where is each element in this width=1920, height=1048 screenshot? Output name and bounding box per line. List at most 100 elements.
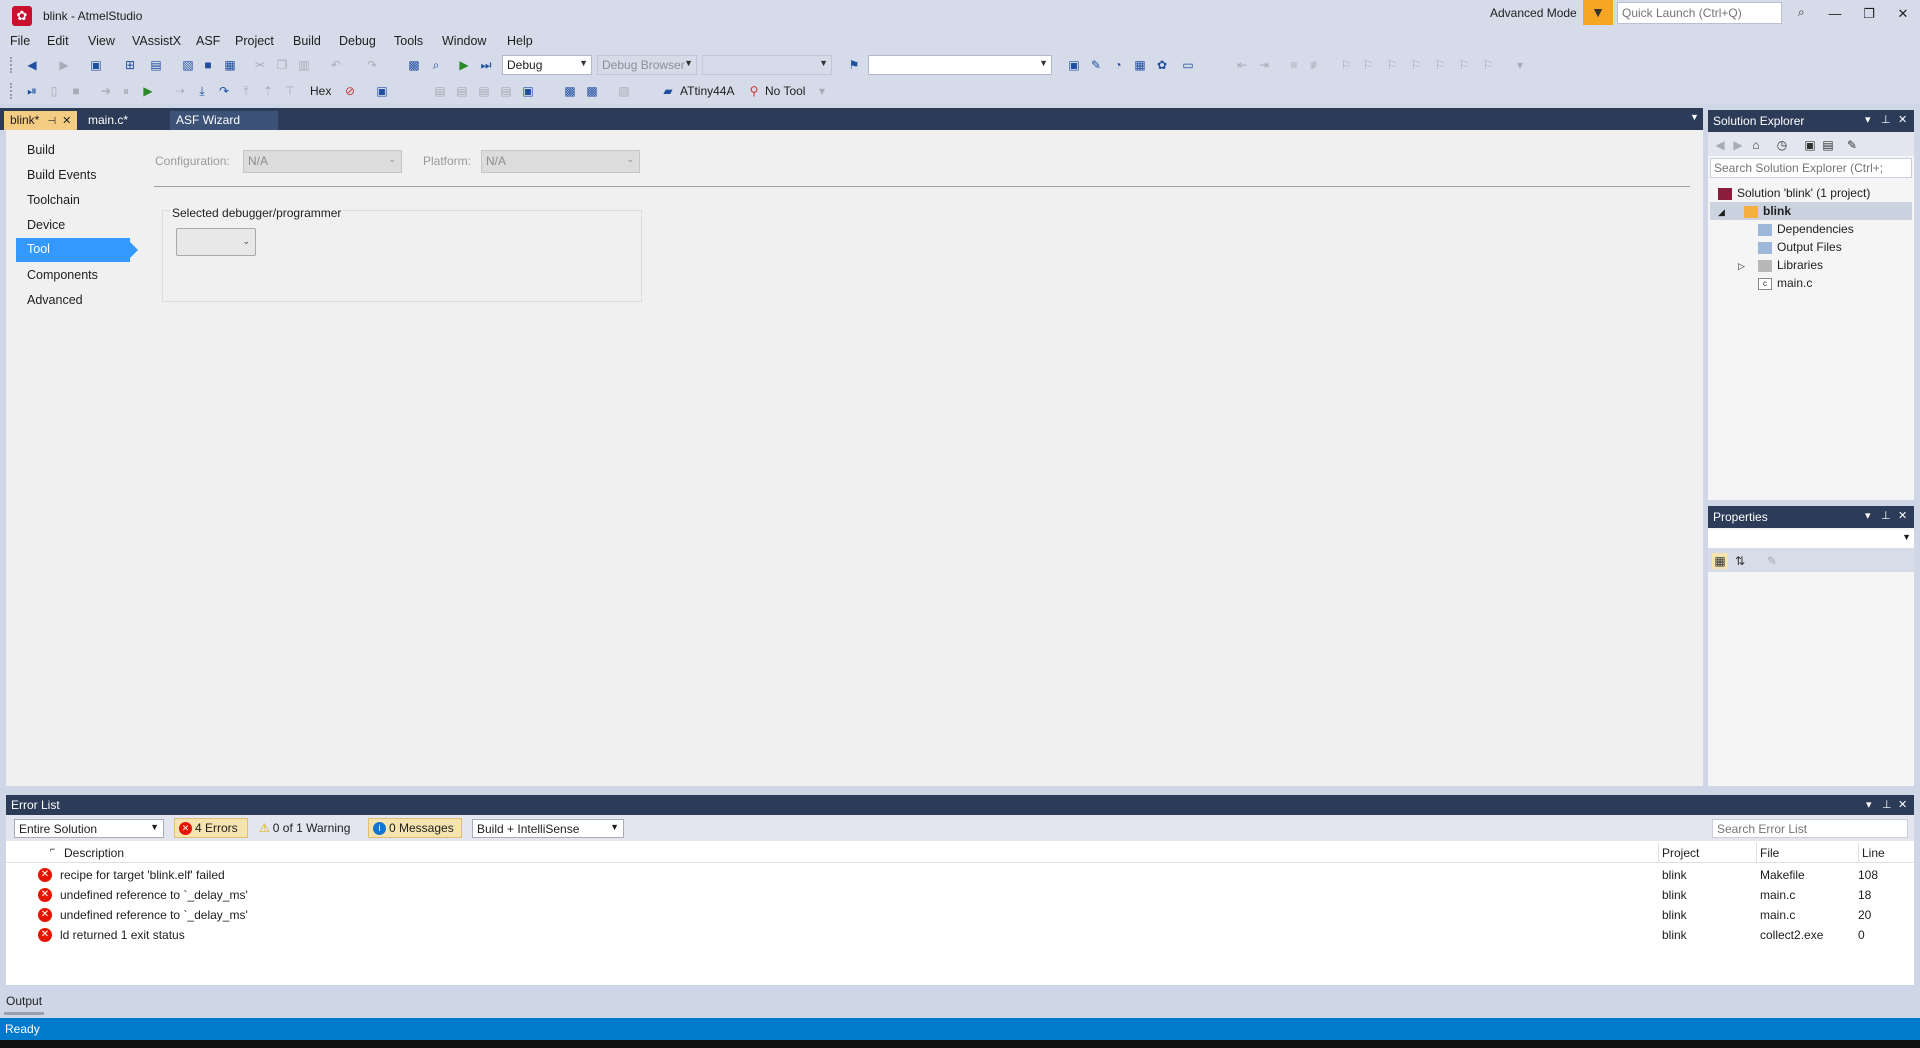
platform-combo[interactable]: ▼	[702, 55, 832, 75]
prev-bookmark-icon[interactable]: ⚐	[1360, 57, 1376, 73]
stop-icon[interactable]: ■	[68, 83, 84, 99]
start-without-debug-icon[interactable]: ⏭	[478, 57, 494, 73]
device-icon[interactable]: ▰	[660, 83, 676, 99]
pin-icon[interactable]: ⊥	[1881, 509, 1891, 522]
errors-filter-button[interactable]: ✕ 4 Errors	[174, 818, 248, 838]
tree-item-libraries[interactable]: ▷ Libraries	[1738, 256, 1823, 274]
tree-item-solution[interactable]: Solution 'blink' (1 project)	[1718, 184, 1870, 202]
toolbar-overflow-icon[interactable]: ▾	[1512, 57, 1528, 73]
save-all-icon[interactable]: ▦	[222, 57, 238, 73]
chevron-down-icon[interactable]: ▾	[1865, 113, 1871, 126]
debugger-select[interactable]: ⌄	[176, 228, 256, 256]
menu-window[interactable]: Window	[442, 34, 486, 48]
step-out-icon[interactable]: ⤒	[238, 83, 254, 99]
nav-tool[interactable]: Tool	[16, 238, 138, 262]
chevron-down-icon[interactable]: ▾	[1866, 798, 1872, 811]
menu-tools[interactable]: Tools	[394, 34, 423, 48]
tree-item-main-c[interactable]: c main.c	[1758, 274, 1812, 292]
filter-icon[interactable]: ▼	[1583, 0, 1613, 25]
error-row[interactable]: ✕ undefined reference to `_delay_ms' bli…	[6, 905, 1914, 925]
undo-icon[interactable]: ↶	[328, 57, 344, 73]
window-layout-icon[interactable]: ▭	[1180, 57, 1196, 73]
home-icon[interactable]: ⌂	[1748, 137, 1764, 153]
nav-toolchain[interactable]: Toolchain	[16, 189, 136, 213]
close-icon[interactable]: ✕	[1898, 113, 1907, 126]
collapsed-arrow-icon[interactable]: ▷	[1738, 257, 1758, 275]
show-all-files-icon[interactable]: ▤	[1820, 137, 1836, 153]
column-divider[interactable]	[1756, 843, 1757, 863]
tool-label[interactable]: No Tool	[765, 84, 805, 98]
device-label[interactable]: ATtiny44A	[680, 84, 734, 98]
solution-search-input[interactable]	[1710, 158, 1912, 178]
disable-breakpoints-icon[interactable]: ⊘	[342, 83, 358, 99]
pause-icon[interactable]: ⏸	[118, 83, 134, 99]
search-icon[interactable]: ⌕	[1798, 5, 1805, 20]
uncomment-icon[interactable]: ≢	[1308, 57, 1324, 73]
categorized-icon[interactable]: ▦	[1712, 553, 1728, 569]
forward-icon[interactable]: ▶	[56, 57, 72, 73]
continue-icon[interactable]: ▶	[140, 83, 156, 99]
tree-item-project[interactable]: ◢ blink	[1710, 202, 1912, 220]
build-filter-combo[interactable]: Build + IntelliSense ▼	[472, 819, 624, 838]
new-project-icon[interactable]: ▣	[88, 57, 104, 73]
error-row[interactable]: ✕ undefined reference to `_delay_ms' bli…	[6, 885, 1914, 905]
pin-icon[interactable]: ⊥	[1882, 798, 1892, 811]
config-combo[interactable]: Debug ▼	[502, 55, 592, 75]
close-icon[interactable]: ✕	[62, 115, 71, 127]
tab-asf-wizard[interactable]: ASF Wizard	[170, 111, 278, 130]
clear-all-bookmarks-icon[interactable]: ⚐	[1480, 57, 1496, 73]
sort-icon[interactable]: ⌐	[50, 844, 55, 854]
next-bookmark-icon[interactable]: ⚐	[1384, 57, 1400, 73]
run-to-cursor-icon[interactable]: ⇡	[260, 83, 276, 99]
warnings-filter-button[interactable]: ⚠ 0 of 1 Warning	[254, 818, 362, 838]
properties-object-combo[interactable]: ▼	[1708, 530, 1914, 548]
expanded-arrow-icon[interactable]: ◢	[1710, 203, 1730, 221]
start-debug-break-icon[interactable]: ⏯	[24, 83, 40, 99]
column-project[interactable]: Project	[1662, 846, 1699, 860]
device-chip-icon[interactable]: ▩	[562, 83, 578, 99]
find-icon[interactable]: ⌕	[428, 57, 444, 73]
nav-components[interactable]: Components	[16, 264, 136, 288]
cut-icon[interactable]: ✂	[252, 57, 268, 73]
open-folder-icon[interactable]: ▧	[180, 57, 196, 73]
disassembly-icon[interactable]: ▤	[432, 83, 448, 99]
trace-icon[interactable]: ▧	[616, 83, 632, 99]
chevron-down-icon[interactable]: ▾	[1865, 509, 1871, 522]
toolbar-grip[interactable]	[10, 57, 14, 73]
pin-icon[interactable]: ⊣	[47, 116, 56, 127]
error-search-input[interactable]	[1712, 819, 1908, 838]
registers-icon[interactable]: ▤	[454, 83, 470, 99]
outdent-icon[interactable]: ⇤	[1234, 57, 1250, 73]
error-row[interactable]: ✕ ld returned 1 exit status blink collec…	[6, 925, 1914, 945]
scope-combo[interactable]: Entire Solution ▼	[14, 819, 164, 838]
io-view-icon[interactable]: ▤	[498, 83, 514, 99]
comment-icon[interactable]: ≡	[1286, 57, 1302, 73]
quick-launch-input[interactable]	[1617, 2, 1782, 24]
column-description[interactable]: Description	[64, 846, 124, 860]
attach-icon[interactable]: ▯	[46, 83, 62, 99]
column-divider[interactable]	[1858, 843, 1859, 863]
next-bookmark-folder-icon[interactable]: ⚐	[1432, 57, 1448, 73]
menu-vassistx[interactable]: VAssistX	[132, 34, 181, 48]
platform-combo[interactable]: N/A ⌄	[481, 150, 640, 173]
column-divider[interactable]	[1658, 843, 1659, 863]
menu-view[interactable]: View	[88, 34, 115, 48]
tab-output[interactable]: Output	[6, 994, 42, 1008]
data-visualizer-icon[interactable]: ◔	[1110, 57, 1126, 73]
step-icon[interactable]: ➔	[98, 83, 114, 99]
property-pages-icon[interactable]: ✎	[1764, 553, 1780, 569]
nav-build[interactable]: Build	[16, 139, 136, 163]
close-icon[interactable]: ✕	[1892, 4, 1914, 24]
error-row[interactable]: ✕ recipe for target 'blink.elf' failed b…	[6, 865, 1914, 885]
programmer-icon[interactable]: ▩	[584, 83, 600, 99]
toolbar-grip[interactable]	[10, 83, 14, 99]
menu-help[interactable]: Help	[507, 34, 533, 48]
indent-icon[interactable]: ⇥	[1256, 57, 1272, 73]
toolbar-overflow-icon[interactable]: ▾	[814, 83, 830, 99]
collapse-all-icon[interactable]: ▣	[1802, 137, 1818, 153]
nav-device[interactable]: Device	[16, 214, 136, 238]
device-programming-icon[interactable]: ▣	[1066, 57, 1082, 73]
find-combo[interactable]: ▼	[868, 55, 1052, 75]
pin-icon[interactable]: ⊥	[1881, 113, 1891, 126]
mode-label[interactable]: Advanced Mode	[1490, 6, 1577, 20]
